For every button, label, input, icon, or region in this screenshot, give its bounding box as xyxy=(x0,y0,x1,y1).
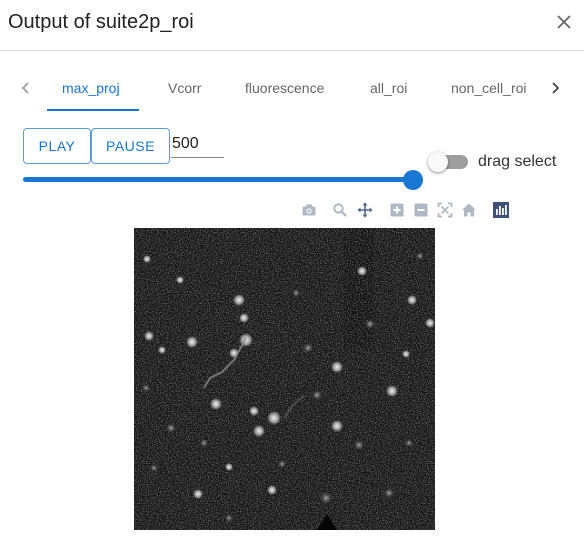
zoom-in-icon[interactable] xyxy=(389,202,405,218)
chevron-left-icon[interactable] xyxy=(18,78,34,98)
tab-fluorescence[interactable]: fluorescence xyxy=(245,80,324,96)
reset-axes-icon[interactable] xyxy=(461,202,477,218)
dialog-title: Output of suite2p_roi xyxy=(8,11,194,33)
microscopy-image xyxy=(134,228,435,530)
zoom-out-icon[interactable] xyxy=(413,202,429,218)
play-button[interactable]: PLAY xyxy=(23,128,91,164)
dialog-header: Output of suite2p_roi xyxy=(0,0,584,51)
chevron-right-icon[interactable] xyxy=(547,78,563,98)
tab-all-roi[interactable]: all_roi xyxy=(370,80,407,96)
frame-slider-track[interactable] xyxy=(23,177,413,182)
tab-non-cell-roi[interactable]: non_cell_roi xyxy=(451,80,527,96)
max-projection-image[interactable] xyxy=(134,228,435,530)
frame-slider-thumb[interactable] xyxy=(403,170,423,190)
drag-select-toggle[interactable] xyxy=(428,152,448,172)
plotly-logo-icon[interactable] xyxy=(493,202,509,218)
drag-select-label: drag select xyxy=(478,153,557,170)
tab-vcorr[interactable]: Vcorr xyxy=(168,80,201,96)
tab-max-proj[interactable]: max_proj xyxy=(62,80,120,96)
frame-number-input[interactable] xyxy=(171,131,224,158)
active-tab-indicator xyxy=(47,109,139,111)
pause-button[interactable]: PAUSE xyxy=(91,128,170,164)
autoscale-icon[interactable] xyxy=(437,202,453,218)
pan-icon[interactable] xyxy=(357,202,373,218)
tab-bar: max_proj Vcorr fluorescence all_roi non_… xyxy=(0,70,584,112)
camera-icon[interactable] xyxy=(301,202,317,218)
close-icon[interactable] xyxy=(552,10,576,34)
zoom-icon[interactable] xyxy=(332,202,348,218)
